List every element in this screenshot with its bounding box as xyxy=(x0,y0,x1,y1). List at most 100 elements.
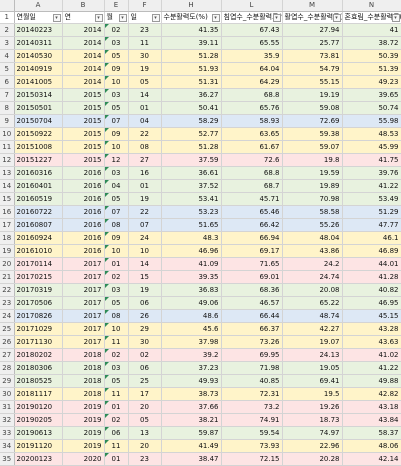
filter-dropdown-icon[interactable]: ▾ xyxy=(151,14,160,22)
cell-day[interactable]: 01 xyxy=(128,101,162,115)
error-indicator-icon[interactable] xyxy=(104,24,109,28)
cell-date[interactable]: 20161010 xyxy=(14,244,63,258)
error-indicator-icon[interactable] xyxy=(104,427,109,431)
cell-conifer[interactable]: 72.31 xyxy=(221,387,283,401)
cell-year[interactable]: 2017 xyxy=(62,309,105,323)
cell-moisture[interactable]: 37.66 xyxy=(161,400,222,414)
cell-day[interactable]: 19 xyxy=(128,283,162,297)
cell-mixed[interactable]: 41.75 xyxy=(342,153,401,167)
cell-day[interactable]: 27 xyxy=(128,153,162,167)
cell-date[interactable]: 20151008 xyxy=(14,140,63,154)
cell-moisture[interactable]: 49.93 xyxy=(161,374,222,388)
cell-year[interactable]: 2019 xyxy=(62,426,105,440)
cell-month[interactable]: 01 xyxy=(104,257,129,271)
row-number[interactable]: 23 xyxy=(0,296,15,310)
cell-date[interactable]: 20160401 xyxy=(14,179,63,193)
cell-day[interactable]: 30 xyxy=(128,49,162,63)
cell-broadleaf[interactable]: 19.59 xyxy=(282,166,343,180)
error-indicator-icon[interactable] xyxy=(104,167,109,171)
cell-year[interactable]: 2015 xyxy=(62,114,105,128)
row-number[interactable]: 28 xyxy=(0,361,15,375)
cell-conifer[interactable]: 59.54 xyxy=(221,426,283,440)
cell-moisture[interactable]: 48.3 xyxy=(161,231,222,245)
cell-year[interactable]: 2019 xyxy=(62,439,105,453)
cell-day[interactable]: 22 xyxy=(128,205,162,219)
cell-day[interactable]: 23 xyxy=(128,23,162,37)
row-number[interactable]: 20 xyxy=(0,257,15,271)
cell-month[interactable]: 07 xyxy=(104,205,129,219)
cell-mixed[interactable]: 43.28 xyxy=(342,322,401,336)
cell-day[interactable]: 25 xyxy=(128,374,162,388)
cell-broadleaf[interactable]: 69.41 xyxy=(282,374,343,388)
error-indicator-icon[interactable] xyxy=(104,180,109,184)
cell-date[interactable]: 20150314 xyxy=(14,88,63,102)
cell-day[interactable]: 24 xyxy=(128,231,162,245)
cell-moisture[interactable]: 41.09 xyxy=(161,257,222,271)
cell-day[interactable]: 30 xyxy=(128,335,162,349)
error-indicator-icon[interactable] xyxy=(104,232,109,236)
cell-moisture[interactable]: 39.2 xyxy=(161,348,222,362)
cell-day[interactable]: 13 xyxy=(128,426,162,440)
cell-month[interactable]: 02 xyxy=(104,348,129,362)
error-indicator-icon[interactable] xyxy=(104,115,109,119)
cell-day[interactable]: 06 xyxy=(128,361,162,375)
cell-day[interactable]: 29 xyxy=(128,322,162,336)
row-number[interactable]: 4 xyxy=(0,49,15,63)
row-number[interactable]: 35 xyxy=(0,452,15,466)
cell-month[interactable]: 11 xyxy=(104,387,129,401)
cell-year[interactable]: 2019 xyxy=(62,400,105,414)
cell-mixed[interactable]: 50.39 xyxy=(342,49,401,63)
error-indicator-icon[interactable] xyxy=(104,284,109,288)
cell-broadleaf[interactable]: 55.15 xyxy=(282,75,343,89)
cell-moisture[interactable]: 41.35 xyxy=(161,23,222,37)
cell-month[interactable]: 06 xyxy=(104,426,129,440)
cell-conifer[interactable]: 69.01 xyxy=(221,270,283,284)
row-number[interactable]: 27 xyxy=(0,348,15,362)
cell-day[interactable]: 10 xyxy=(128,244,162,258)
cell-year[interactable]: 2015 xyxy=(62,101,105,115)
error-indicator-icon[interactable] xyxy=(104,89,109,93)
cell-year[interactable]: 2016 xyxy=(62,231,105,245)
cell-date[interactable]: 20180306 xyxy=(14,361,63,375)
cell-mixed[interactable]: 39.76 xyxy=(342,166,401,180)
cell-broadleaf[interactable]: 58.58 xyxy=(282,205,343,219)
cell-date[interactable]: 20170114 xyxy=(14,257,63,271)
error-indicator-icon[interactable] xyxy=(104,63,109,67)
cell-day[interactable]: 06 xyxy=(128,296,162,310)
error-indicator-icon[interactable] xyxy=(104,453,109,457)
cell-mixed[interactable]: 39.65 xyxy=(342,88,401,102)
cell-mixed[interactable]: 46.1 xyxy=(342,231,401,245)
error-indicator-icon[interactable] xyxy=(104,154,109,158)
cell-broadleaf[interactable]: 24.74 xyxy=(282,270,343,284)
cell-conifer[interactable]: 66.44 xyxy=(221,309,283,323)
cell-moisture[interactable]: 51.93 xyxy=(161,62,222,76)
cell-conifer[interactable]: 46.57 xyxy=(221,296,283,310)
cell-mixed[interactable]: 48.06 xyxy=(342,439,401,453)
cell-broadleaf[interactable]: 19.89 xyxy=(282,179,343,193)
cell-mixed[interactable]: 50.74 xyxy=(342,101,401,115)
filter-dropdown-icon[interactable]: ▾ xyxy=(211,14,220,22)
cell-conifer[interactable]: 68.7 xyxy=(221,179,283,193)
row-number[interactable]: 11 xyxy=(0,140,15,154)
cell-broadleaf[interactable]: 48.74 xyxy=(282,309,343,323)
cell-day[interactable]: 14 xyxy=(128,257,162,271)
filter-dropdown-icon[interactable]: ▾ xyxy=(52,14,61,22)
cell-day[interactable]: 20 xyxy=(128,439,162,453)
filter-dropdown-icon[interactable]: ▾ xyxy=(272,14,281,22)
error-indicator-icon[interactable] xyxy=(104,193,109,197)
cell-year[interactable]: 2019 xyxy=(62,413,105,427)
cell-day[interactable]: 05 xyxy=(128,75,162,89)
cell-date[interactable]: 20200123 xyxy=(14,452,63,466)
cell-moisture[interactable]: 48.6 xyxy=(161,309,222,323)
cell-broadleaf[interactable]: 43.86 xyxy=(282,244,343,258)
cell-year[interactable]: 2015 xyxy=(62,127,105,141)
cell-broadleaf[interactable]: 70.98 xyxy=(282,192,343,206)
cell-conifer[interactable]: 74.91 xyxy=(221,413,283,427)
cell-moisture[interactable]: 41.49 xyxy=(161,439,222,453)
cell-conifer[interactable]: 69.17 xyxy=(221,244,283,258)
cell-date[interactable]: 20170319 xyxy=(14,283,63,297)
cell-date[interactable]: 20141005 xyxy=(14,75,63,89)
cell-moisture[interactable]: 49.06 xyxy=(161,296,222,310)
error-indicator-icon[interactable] xyxy=(104,128,109,132)
cell-moisture[interactable]: 59.87 xyxy=(161,426,222,440)
